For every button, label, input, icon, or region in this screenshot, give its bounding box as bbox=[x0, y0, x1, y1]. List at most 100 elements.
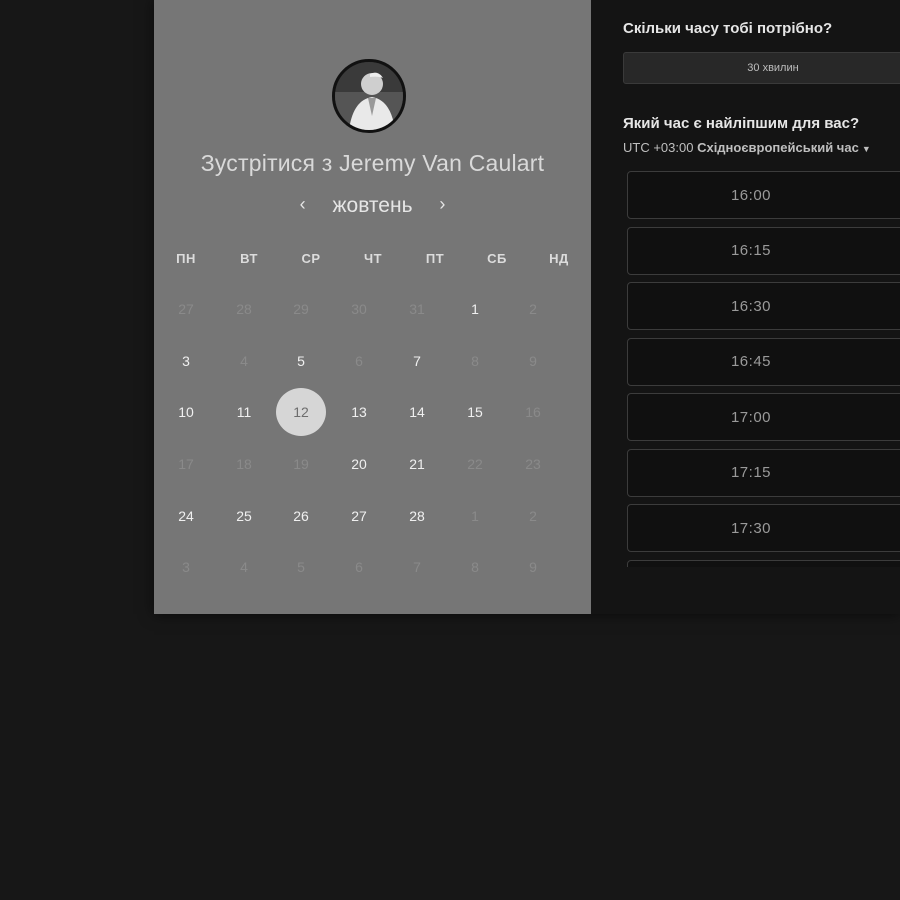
calendar-day[interactable]: 11 bbox=[218, 388, 270, 436]
calendar-day: 2 bbox=[507, 492, 559, 540]
timezone-select[interactable]: UTC +03:00 Східноєвропейський час ▼ bbox=[623, 140, 871, 155]
calendar-day-number: 4 bbox=[240, 353, 248, 369]
calendar-day: 16 bbox=[507, 388, 559, 436]
meeting-title-prefix: Зустрітися з bbox=[200, 150, 333, 176]
calendar-day[interactable]: 15 bbox=[449, 388, 501, 436]
calendar-day-number: 26 bbox=[293, 508, 309, 524]
calendar-day: 4 bbox=[218, 337, 270, 385]
calendar-day-number: 4 bbox=[240, 559, 248, 575]
calendar-day[interactable]: 7 bbox=[391, 337, 443, 385]
chevron-right-icon[interactable]: › bbox=[428, 194, 456, 215]
calendar-day-number: 2 bbox=[529, 508, 537, 524]
calendar-day-number: 31 bbox=[409, 301, 425, 317]
meeting-title: Зустрітися з Jeremy Van Caulart bbox=[154, 150, 591, 177]
time-slot-label: 17:15 bbox=[730, 464, 772, 481]
time-slot-list: 16:00 16:15 16:30 16:45 17:00 17:15 17:30 17:45 bbox=[627, 171, 900, 567]
caret-down-icon: ▼ bbox=[861, 144, 871, 154]
time-slot-label: 16:15 bbox=[730, 242, 772, 259]
calendar-day-number: 14 bbox=[409, 404, 425, 420]
time-slot-button[interactable]: 17:30 bbox=[627, 504, 900, 552]
calendar-day[interactable]: 5 bbox=[275, 337, 327, 385]
calendar-day: 7 bbox=[391, 543, 443, 591]
calendar-day[interactable]: 10 bbox=[160, 388, 212, 436]
duration-select[interactable]: 30 хвилин bbox=[623, 52, 900, 84]
calendar-day[interactable]: 1 bbox=[449, 285, 501, 333]
calendar-day[interactable]: 13 bbox=[333, 388, 385, 436]
calendar-day[interactable]: 24 bbox=[160, 492, 212, 540]
time-slot-label: 16:30 bbox=[730, 297, 772, 315]
time-slot-button[interactable]: 17:45 bbox=[627, 559, 900, 567]
calendar-day-number: 6 bbox=[355, 353, 363, 369]
calendar-day-number: 6 bbox=[355, 559, 363, 575]
calendar-day: 5 bbox=[275, 543, 327, 591]
calendar-day-number: 29 bbox=[293, 301, 309, 317]
calendar-day-number: 27 bbox=[178, 301, 194, 317]
calendar-day[interactable]: 25 bbox=[218, 492, 270, 540]
calendar-day-number: 11 bbox=[236, 404, 252, 420]
calendar-day[interactable]: 3 bbox=[160, 337, 212, 385]
time-question: Який час є найліпшим для вас? bbox=[623, 115, 860, 132]
weekday-label: ПН bbox=[176, 251, 196, 266]
weekday-label: ВТ bbox=[240, 251, 258, 266]
calendar-day-number: 9 bbox=[529, 559, 537, 575]
time-slot-label: 17:30 bbox=[730, 519, 772, 537]
time-slot-label: 16:00 bbox=[730, 186, 772, 204]
calendar-day: 4 bbox=[218, 543, 270, 591]
timezone-offset: UTC +03:00 bbox=[623, 140, 694, 155]
person-photo-icon bbox=[335, 62, 403, 130]
duration-value: 30 хвилин bbox=[747, 62, 799, 74]
calendar-day-number: 3 bbox=[182, 559, 190, 575]
calendar-day-number: 17 bbox=[178, 456, 194, 472]
calendar-day-number: 8 bbox=[471, 353, 479, 369]
calendar-day[interactable]: 14 bbox=[391, 388, 443, 436]
calendar-day-number: 7 bbox=[413, 353, 421, 369]
time-slot-button[interactable]: 16:30 bbox=[627, 282, 900, 330]
calendar-day[interactable]: 21 bbox=[391, 440, 443, 488]
calendar-panel: Зустрітися з Jeremy Van Caulart ‹ жовтен… bbox=[154, 0, 591, 614]
calendar-day-number: 20 bbox=[351, 456, 367, 472]
calendar-day-selected[interactable]: 12 bbox=[275, 388, 327, 436]
month-label: жовтень bbox=[332, 194, 413, 217]
time-slot-button[interactable]: 17:15 bbox=[627, 448, 900, 497]
time-slot-button[interactable]: 16:15 bbox=[627, 226, 900, 275]
time-slot-label: 17:00 bbox=[730, 408, 772, 426]
calendar-day-number: 1 bbox=[471, 301, 479, 317]
calendar-day-number: 19 bbox=[293, 456, 309, 472]
calendar-day: 30 bbox=[333, 285, 385, 333]
calendar-day: 22 bbox=[449, 440, 501, 488]
calendar-day[interactable]: 20 bbox=[333, 440, 385, 488]
calendar-day: 29 bbox=[275, 285, 327, 333]
month-navigation: ‹ жовтень › bbox=[154, 194, 591, 218]
calendar-day-number: 5 bbox=[297, 353, 305, 369]
weekday-label: СБ bbox=[487, 251, 507, 266]
calendar-day-number: 30 bbox=[351, 301, 367, 317]
time-slot-button[interactable]: 16:00 bbox=[627, 171, 900, 219]
calendar-day: 1 bbox=[449, 492, 501, 540]
calendar-day-number: 13 bbox=[351, 404, 367, 420]
calendar-day: 8 bbox=[449, 543, 501, 591]
calendar-day-number: 5 bbox=[297, 559, 305, 575]
calendar-day[interactable]: 27 bbox=[333, 492, 385, 540]
booking-panel: Скільки часу тобі потрібно? 30 хвилин Як… bbox=[591, 0, 900, 614]
host-name: Jeremy Van Caulart bbox=[339, 150, 545, 176]
calendar-day-number: 9 bbox=[529, 353, 537, 369]
calendar-day-number: 25 bbox=[236, 508, 252, 524]
calendar-day-number: 3 bbox=[182, 353, 190, 369]
weekday-label: ПТ bbox=[425, 251, 445, 266]
time-slot-button[interactable]: 16:45 bbox=[627, 337, 900, 386]
calendar-day: 9 bbox=[507, 543, 559, 591]
calendar-day-number: 18 bbox=[236, 456, 252, 472]
time-slot-button[interactable]: 17:00 bbox=[627, 393, 900, 441]
calendar-day[interactable]: 28 bbox=[391, 492, 443, 540]
calendar-day-number: 15 bbox=[467, 404, 483, 420]
calendar-day-number: 2 bbox=[529, 301, 537, 317]
chevron-left-icon[interactable]: ‹ bbox=[289, 194, 317, 215]
calendar-day[interactable]: 26 bbox=[275, 492, 327, 540]
calendar-day: 17 bbox=[160, 440, 212, 488]
time-slot-label: 16:45 bbox=[730, 353, 772, 370]
calendar-day: 6 bbox=[333, 337, 385, 385]
calendar-day-number: 21 bbox=[409, 456, 425, 472]
calendar-day-number: 7 bbox=[413, 559, 421, 575]
weekday-header: ПН ВТ СР ЧТ ПТ СБ НД bbox=[154, 251, 591, 269]
duration-question: Скільки часу тобі потрібно? bbox=[623, 20, 833, 37]
